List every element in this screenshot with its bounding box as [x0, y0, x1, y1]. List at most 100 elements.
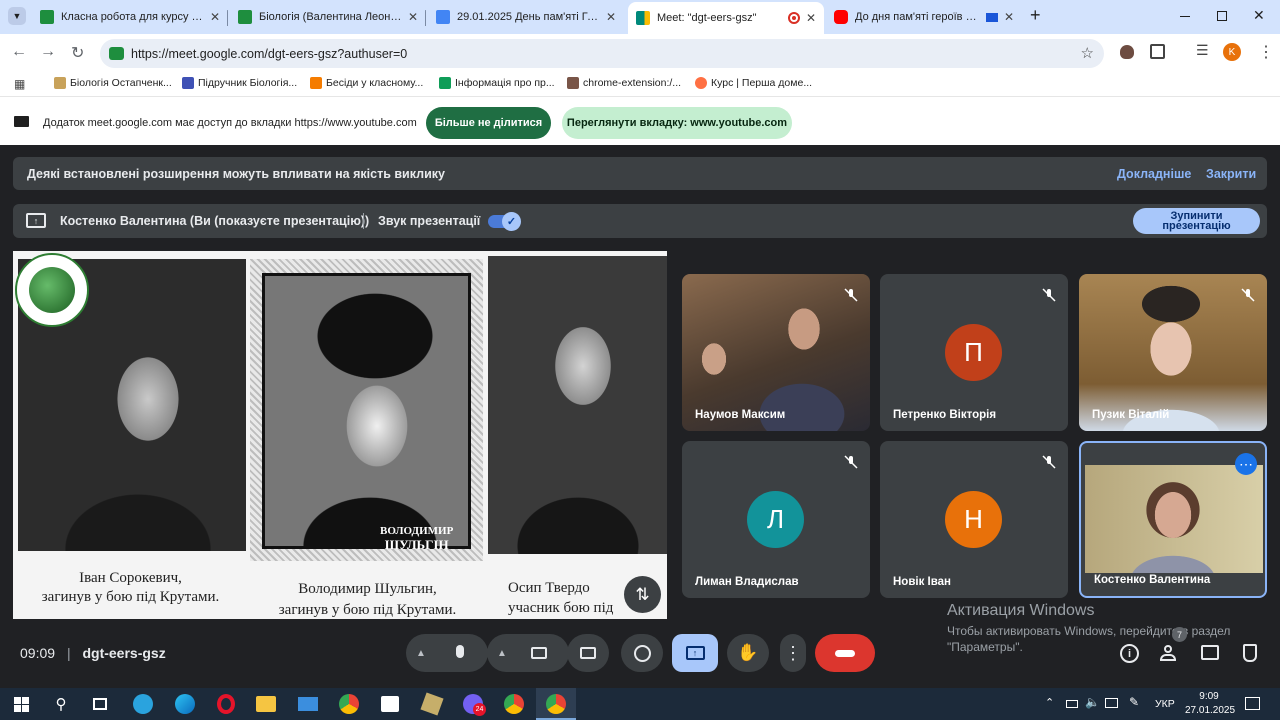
participant-name: Лиман Владислав	[695, 576, 799, 588]
camera-icon[interactable]	[531, 647, 547, 659]
participant-tile[interactable]: Л Лиман Владислав	[682, 441, 870, 598]
view-tab-button[interactable]: Переглянути вкладку: www.youtube.com	[562, 107, 792, 139]
swap-layout-button[interactable]: ⇅	[624, 576, 661, 613]
clock[interactable]: 9:09 27.01.2025	[1185, 690, 1235, 718]
participant-tile[interactable]: П Петренко Вікторія	[880, 274, 1068, 431]
bookmark-item[interactable]: Біологія Остапченк...	[54, 77, 172, 89]
edge-icon[interactable]	[174, 693, 196, 715]
emoji-reactions-button[interactable]	[621, 634, 663, 672]
learn-more-link[interactable]: Докладніше	[1117, 167, 1191, 181]
more-options-button[interactable]: ⋯	[1235, 453, 1257, 475]
meeting-code[interactable]: dgt-eers-gsz	[82, 645, 165, 661]
active-app-highlight[interactable]	[536, 688, 576, 720]
close-icon[interactable]: ✕	[210, 10, 220, 24]
participant-tile[interactable]: Н Новік Іван	[880, 441, 1068, 598]
host-controls-icon[interactable]	[1243, 644, 1257, 662]
mail-icon[interactable]	[297, 693, 319, 715]
tab-search-button[interactable]: ▼	[8, 7, 26, 25]
participant-video	[1079, 274, 1267, 431]
close-banner-link[interactable]: Закрити	[1206, 167, 1256, 181]
presentation-audio-toggle[interactable]: ✓	[488, 212, 521, 231]
participant-tile[interactable]: Наумов Максим	[682, 274, 870, 431]
file-explorer-icon[interactable]	[255, 693, 277, 715]
bookmark-item[interactable]: Інформація про пр...	[439, 77, 555, 89]
leave-call-button[interactable]	[815, 634, 875, 672]
browser-tab[interactable]: Біологія (Валентина Леонідівн ✕	[230, 4, 426, 30]
present-screen-button[interactable]: ↑	[672, 634, 718, 672]
new-tab-button[interactable]: +	[1030, 5, 1041, 26]
input-language[interactable]: УКР	[1155, 698, 1175, 710]
participant-tile-self[interactable]: ⋯ Костенко Валентина	[1079, 441, 1267, 598]
camera-control[interactable]: ▲	[487, 634, 569, 672]
close-icon[interactable]: ✕	[408, 10, 418, 24]
browser-tab[interactable]: До дня пам'яті героїв Крут ✕	[826, 4, 1022, 30]
chevron-up-icon[interactable]: ▲	[416, 648, 426, 659]
chrome-icon[interactable]	[338, 693, 360, 715]
chrome-icon-2[interactable]	[503, 693, 525, 715]
meeting-info: 09:09 | dgt-eers-gsz	[20, 645, 166, 661]
apps-grid-icon[interactable]: ▦	[14, 77, 25, 91]
pen-icon[interactable]: ✎	[1129, 695, 1139, 709]
maximize-button[interactable]	[1217, 11, 1227, 21]
people-icon[interactable]	[1159, 645, 1181, 661]
stop-sharing-button[interactable]: Більше не ділитися	[426, 107, 551, 139]
participant-name: Петренко Вікторія	[893, 409, 997, 421]
meeting-details-icon[interactable]: i	[1120, 644, 1139, 663]
viber-icon[interactable]: 24	[462, 693, 486, 716]
back-arrow-icon[interactable]: ←	[11, 43, 27, 61]
photo-app-icon[interactable]	[420, 692, 444, 716]
mic-icon[interactable]	[456, 645, 464, 658]
store-icon[interactable]	[379, 693, 401, 715]
extensions-puzzle-icon[interactable]	[1150, 44, 1165, 59]
forward-arrow-icon[interactable]: →	[40, 43, 56, 61]
chat-icon[interactable]	[1201, 645, 1219, 660]
windows-start-icon[interactable]	[10, 693, 32, 715]
browser-tab[interactable]: 29.01.2025 День пам'яті Героїв ✕	[428, 4, 624, 30]
browser-tab-active[interactable]: Meet: "dgt-eers-gsz" ✕	[628, 2, 824, 34]
bookmark-item[interactable]: chrome-extension:/...	[567, 77, 681, 89]
bookmark-item[interactable]: Бесіди у класному...	[310, 77, 423, 89]
chevron-up-icon[interactable]: ▲	[497, 648, 507, 659]
microphone-control[interactable]: ▲	[406, 634, 488, 672]
show-hidden-icons[interactable]: ⌃	[1045, 696, 1054, 709]
close-icon[interactable]: ✕	[1004, 10, 1014, 24]
participant-name: Костенко Валентина	[1094, 574, 1211, 586]
captions-icon	[580, 647, 596, 659]
task-view-icon[interactable]	[89, 693, 111, 715]
network-icon[interactable]	[1105, 698, 1118, 708]
notifications-icon[interactable]	[1245, 697, 1260, 710]
more-menu-icon[interactable]: ⋮	[1258, 42, 1274, 62]
reload-icon[interactable]: ↻	[71, 43, 84, 63]
opera-icon[interactable]	[215, 693, 237, 715]
more-options-button[interactable]: ⋮	[780, 634, 806, 672]
minimize-button[interactable]	[1180, 16, 1190, 17]
avatar: Н	[945, 491, 1002, 548]
bookmark-item[interactable]: Підручник Біологія...	[182, 77, 297, 89]
star-icon[interactable]: ☆	[1081, 44, 1094, 62]
bookmark-favicon	[695, 77, 707, 89]
battery-icon[interactable]	[1066, 700, 1078, 708]
close-window-button[interactable]: ✕	[1253, 7, 1265, 24]
profile-avatar[interactable]: K	[1223, 43, 1241, 61]
bookmark-item[interactable]: Курс | Перша доме...	[695, 77, 812, 89]
address-bar[interactable]: https://meet.google.com/dgt-eers-gsz?aut…	[100, 39, 1104, 68]
meeting-time: 09:09	[20, 645, 56, 661]
school-logo	[15, 253, 89, 327]
telegram-icon[interactable]	[132, 693, 154, 715]
browser-tab[interactable]: Класна робота для курсу "76 і ✕	[32, 4, 228, 30]
classroom-icon	[238, 10, 252, 24]
more-vert-icon: ⋮	[784, 642, 802, 663]
chrome-icon-3	[546, 694, 566, 714]
media-control-icon[interactable]: ☰	[1196, 42, 1209, 59]
close-icon[interactable]: ✕	[606, 10, 616, 24]
stop-presenting-button[interactable]: Зупинити презентацію	[1133, 208, 1260, 234]
captions-button[interactable]	[567, 634, 609, 672]
volume-icon[interactable]: 🔈	[1085, 695, 1100, 709]
extension-owl-icon[interactable]	[1120, 45, 1134, 59]
mic-off-icon	[844, 288, 858, 302]
close-icon[interactable]: ✕	[806, 11, 816, 25]
participant-tile[interactable]: Пузик Віталій	[1079, 274, 1267, 431]
raise-hand-button[interactable]: ✋	[727, 634, 769, 672]
search-icon[interactable]: ⚲	[50, 693, 72, 715]
slide-caption: Володимир Шульгин, загинув у бою під Кру…	[278, 581, 457, 618]
